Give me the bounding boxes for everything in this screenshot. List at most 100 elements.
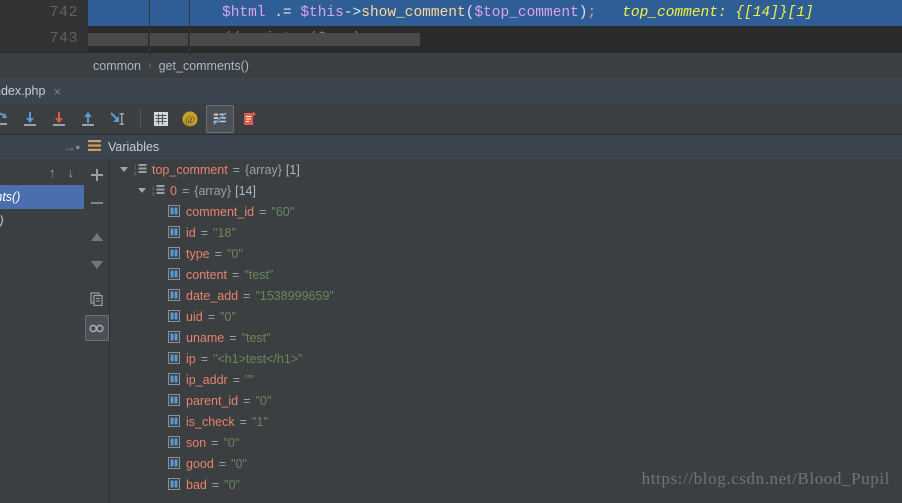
primitive-field-icon bbox=[168, 226, 181, 239]
tree-row-uid[interactable]: uid = "0" bbox=[110, 306, 902, 327]
tree-row-0[interactable]: 12 0 = {array} [14] bbox=[110, 180, 902, 201]
selection-highlight-block bbox=[88, 33, 148, 46]
tree-row-son[interactable]: son = "0" bbox=[110, 432, 902, 453]
primitive-field-icon bbox=[168, 373, 181, 386]
run-to-cursor-icon[interactable] bbox=[104, 106, 130, 132]
editor-line-742[interactable]: 742 $html .= $this->show_comment($top_co… bbox=[0, 0, 902, 26]
variable-name: bad bbox=[186, 477, 207, 492]
variable-value: "test" bbox=[241, 330, 271, 345]
equals-sign: = bbox=[211, 477, 220, 492]
breadcrumb: common › get_comments() bbox=[0, 53, 902, 78]
variable-name: content bbox=[186, 267, 228, 282]
editor-line-743[interactable]: 743 // print_r($res); bbox=[0, 26, 902, 52]
tab-index-php[interactable]: ndex.php × bbox=[0, 78, 69, 104]
code-token: .= bbox=[265, 5, 301, 21]
primitive-field-icon bbox=[168, 394, 181, 407]
sort-down-icon[interactable]: ↓ bbox=[68, 165, 75, 180]
inline-debug-hint: top_comment: {[14]}[1] bbox=[622, 5, 814, 21]
variable-name: id bbox=[186, 225, 196, 240]
frame-label: ments() bbox=[0, 190, 21, 204]
code-text-742: $html .= $this->show_comment($top_commen… bbox=[88, 0, 814, 26]
variable-name: 0 bbox=[170, 183, 177, 198]
chevron-down-icon[interactable] bbox=[136, 184, 149, 197]
variable-value: "18" bbox=[213, 225, 236, 240]
move-up-button[interactable] bbox=[86, 225, 108, 249]
frame-label: ent() bbox=[0, 214, 4, 228]
breadcrumb-item-get-comments[interactable]: get_comments() bbox=[159, 59, 249, 73]
svg-text:1: 1 bbox=[134, 165, 137, 170]
remove-watch-button[interactable] bbox=[86, 191, 108, 215]
tree-row-parent-id[interactable]: parent_id = "0" bbox=[110, 390, 902, 411]
variable-value: "test" bbox=[244, 267, 274, 282]
primitive-field-icon bbox=[168, 247, 181, 260]
step-over-icon[interactable] bbox=[0, 106, 14, 132]
editor-line-742-content[interactable]: $html .= $this->show_comment($top_commen… bbox=[88, 0, 902, 26]
line-number-743: 743 bbox=[0, 26, 88, 52]
show-execution-point-icon[interactable] bbox=[206, 105, 234, 133]
sort-up-icon[interactable]: ↑ bbox=[49, 165, 56, 180]
equals-sign: = bbox=[229, 330, 237, 345]
breadcrumb-item-common[interactable]: common bbox=[93, 59, 141, 73]
inspect-button[interactable] bbox=[84, 315, 109, 341]
code-token: show_comment bbox=[361, 5, 466, 21]
tree-row-is-check[interactable]: is_check = "1" bbox=[110, 411, 902, 432]
variables-tree[interactable]: 12 top_comment = {array} [1] 12 0 = {arr… bbox=[110, 159, 902, 503]
tree-row-content[interactable]: content = "test" bbox=[110, 264, 902, 285]
tree-row-date-add[interactable]: date_add = "1538999659" bbox=[110, 285, 902, 306]
tree-row-ip[interactable]: ip = "<h1>test</h1>" bbox=[110, 348, 902, 369]
step-into-icon[interactable] bbox=[17, 106, 43, 132]
variable-name: uid bbox=[186, 309, 203, 324]
editor-line-743-content[interactable]: // print_r($res); bbox=[88, 26, 902, 52]
svg-text:@: @ bbox=[185, 114, 195, 126]
copy-value-button[interactable] bbox=[86, 287, 108, 311]
variables-icon bbox=[88, 139, 101, 155]
selection-highlight-block bbox=[190, 33, 420, 46]
equals-sign: = bbox=[181, 183, 190, 198]
svg-text:2: 2 bbox=[134, 171, 137, 176]
copy-frame-icon[interactable] bbox=[237, 106, 263, 132]
tree-row-id[interactable]: id = "18" bbox=[110, 222, 902, 243]
code-token: $html bbox=[222, 5, 266, 21]
chevron-down-icon[interactable] bbox=[118, 163, 131, 176]
equals-sign: = bbox=[259, 204, 267, 219]
primitive-field-icon bbox=[168, 457, 181, 470]
tree-row-comment-id[interactable]: comment_id = "60" bbox=[110, 201, 902, 222]
at-breakpoint-icon[interactable]: @ bbox=[177, 106, 203, 132]
variables-tab-header: →▪ Variables bbox=[0, 135, 902, 159]
variable-name: ip_addr bbox=[186, 372, 228, 387]
close-icon[interactable]: × bbox=[53, 85, 61, 98]
tab-variables[interactable]: Variables bbox=[88, 139, 159, 155]
move-down-button[interactable] bbox=[86, 253, 108, 277]
evaluate-expression-icon[interactable] bbox=[148, 106, 174, 132]
variable-value: "" bbox=[245, 372, 254, 387]
tree-row-type[interactable]: type = "0" bbox=[110, 243, 902, 264]
step-out-icon[interactable] bbox=[75, 106, 101, 132]
frame-item-show-comment[interactable]: ent() bbox=[0, 209, 84, 233]
equals-sign: = bbox=[243, 393, 251, 408]
variable-type: {array} bbox=[245, 162, 282, 177]
variable-value: "0" bbox=[231, 456, 247, 471]
editor-tab-bar: ndex.php × bbox=[0, 78, 902, 104]
variable-value: "1" bbox=[251, 414, 268, 429]
variable-value: "0" bbox=[226, 246, 243, 261]
frames-sort-row: ↑ ↓ bbox=[0, 159, 84, 185]
variable-name: comment_id bbox=[186, 204, 255, 219]
watermark: https://blog.csdn.net/Blood_Pupil bbox=[641, 469, 890, 488]
variable-name: son bbox=[186, 435, 207, 450]
primitive-field-icon bbox=[168, 268, 181, 281]
frame-item-get-comments[interactable]: ments() bbox=[0, 185, 84, 209]
code-token: $this bbox=[300, 5, 344, 21]
array-icon: 12 bbox=[152, 184, 165, 197]
force-step-into-icon[interactable] bbox=[46, 106, 72, 132]
array-icon: 12 bbox=[134, 163, 147, 176]
tree-row-top-comment[interactable]: 12 top_comment = {array} [1] bbox=[110, 159, 902, 180]
equals-sign: = bbox=[218, 456, 227, 471]
primitive-field-icon bbox=[168, 331, 181, 344]
tree-row-uname[interactable]: uname = "test" bbox=[110, 327, 902, 348]
tree-row-ip-addr[interactable]: ip_addr = "" bbox=[110, 369, 902, 390]
svg-text:1: 1 bbox=[152, 186, 155, 191]
equals-sign: = bbox=[232, 372, 241, 387]
pin-tab-icon[interactable]: →▪ bbox=[0, 140, 88, 154]
add-watch-button[interactable] bbox=[86, 163, 108, 187]
toolbar-separator bbox=[140, 110, 141, 128]
